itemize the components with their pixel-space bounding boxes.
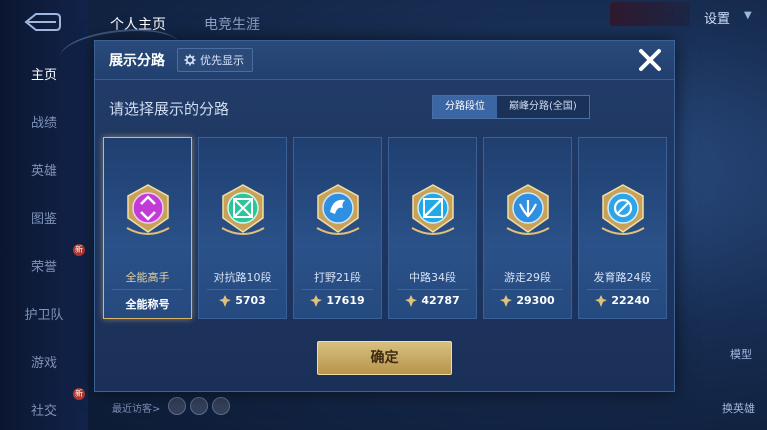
lane-name: 游走29段	[504, 271, 551, 284]
switch-hero-button[interactable]: 换英雄	[722, 400, 755, 416]
vip-banner	[610, 2, 690, 26]
lane-name: 中路34段	[409, 271, 456, 284]
sidebar-item-heroes[interactable]: 英雄	[0, 160, 88, 179]
lane-value: 22240	[611, 294, 650, 307]
lane-value: 5703	[235, 294, 266, 307]
lane-name: 打野21段	[314, 271, 361, 284]
lane-value: 17619	[326, 294, 365, 307]
sidebar-item-guard[interactable]: 护卫队	[0, 304, 88, 323]
settings-button[interactable]: 设置	[704, 8, 730, 27]
display-lane-dialog: 展示分路 优先显示 请选择展示的分路 分路段位 巅峰分路(全国) 全能高手 全能…	[94, 40, 675, 392]
lane-card-all-round[interactable]: 全能高手 全能称号	[103, 137, 192, 319]
instruction-text: 请选择展示的分路	[109, 100, 230, 118]
visitor-avatar[interactable]	[190, 397, 208, 415]
tab-esports[interactable]: 电竞生涯	[204, 14, 260, 34]
back-arrow-icon[interactable]	[22, 10, 62, 34]
sidebar-item-honor[interactable]: 荣誉	[0, 256, 88, 275]
sidebar-item-record[interactable]: 战绩	[0, 112, 88, 131]
divider	[397, 289, 468, 290]
dialog-title: 展示分路	[109, 53, 165, 69]
lane-value-row: 22240	[579, 294, 666, 307]
lane-value: 全能称号	[125, 298, 170, 311]
rank-star-icon	[595, 294, 608, 307]
rank-star-icon	[405, 294, 418, 307]
toggle-peak-lane[interactable]: 巅峰分路(全国)	[497, 96, 589, 118]
divider	[112, 289, 183, 290]
sidebar-item-social[interactable]: 社交	[0, 400, 88, 419]
recent-visitors-label[interactable]: 最近访客>	[112, 400, 160, 415]
lane-value-row: 5703	[199, 294, 286, 307]
sidebar-item-atlas[interactable]: 图鉴	[0, 208, 88, 227]
rank-star-icon	[500, 294, 513, 307]
lane-card-farm[interactable]: 发育路24段 22240	[578, 137, 667, 319]
visitor-avatar[interactable]	[212, 397, 230, 415]
lane-card-roam[interactable]: 游走29段 29300	[483, 137, 572, 319]
lane-value-row: 29300	[484, 294, 571, 307]
chevron-down-icon[interactable]: ▼	[744, 10, 752, 21]
model-button[interactable]: 模型	[730, 346, 752, 362]
farm-lane-emblem-icon	[601, 184, 645, 235]
toggle-lane-rank[interactable]: 分路段位	[433, 96, 497, 118]
rank-star-icon	[310, 294, 323, 307]
lane-value: 29300	[516, 294, 555, 307]
close-icon[interactable]	[635, 45, 665, 75]
dialog-header: 展示分路 优先显示	[95, 41, 674, 80]
lane-card-jungle[interactable]: 打野21段 17619	[293, 137, 382, 319]
lane-source-toggle: 分路段位 巅峰分路(全国)	[432, 95, 590, 119]
jungle-emblem-icon	[316, 184, 360, 235]
divider	[207, 289, 278, 290]
confirm-button[interactable]: 确定	[317, 341, 452, 375]
clash-lane-emblem-icon	[221, 184, 265, 235]
divider	[587, 289, 658, 290]
lane-name: 对抗路10段	[213, 271, 272, 284]
priority-display-label: 优先显示	[200, 54, 244, 67]
divider	[492, 289, 563, 290]
priority-display-button[interactable]: 优先显示	[177, 48, 253, 72]
lane-name: 发育路24段	[593, 271, 652, 284]
lane-card-mid[interactable]: 中路34段 42787	[388, 137, 477, 319]
sidebar-item-games[interactable]: 游戏	[0, 352, 88, 371]
divider	[302, 289, 373, 290]
mid-lane-emblem-icon	[411, 184, 455, 235]
visitor-avatar[interactable]	[168, 397, 186, 415]
new-badge: 新	[73, 388, 85, 400]
lane-value: 42787	[421, 294, 460, 307]
rank-star-icon	[219, 294, 232, 307]
gear-icon	[184, 54, 196, 66]
lane-name: 全能高手	[125, 271, 170, 284]
new-badge: 新	[73, 244, 85, 256]
lane-card-clash[interactable]: 对抗路10段 5703	[198, 137, 287, 319]
lane-value-row: 17619	[294, 294, 381, 307]
roam-emblem-icon	[506, 184, 550, 235]
lane-value-row: 42787	[389, 294, 476, 307]
all-round-emblem-icon	[126, 184, 170, 235]
